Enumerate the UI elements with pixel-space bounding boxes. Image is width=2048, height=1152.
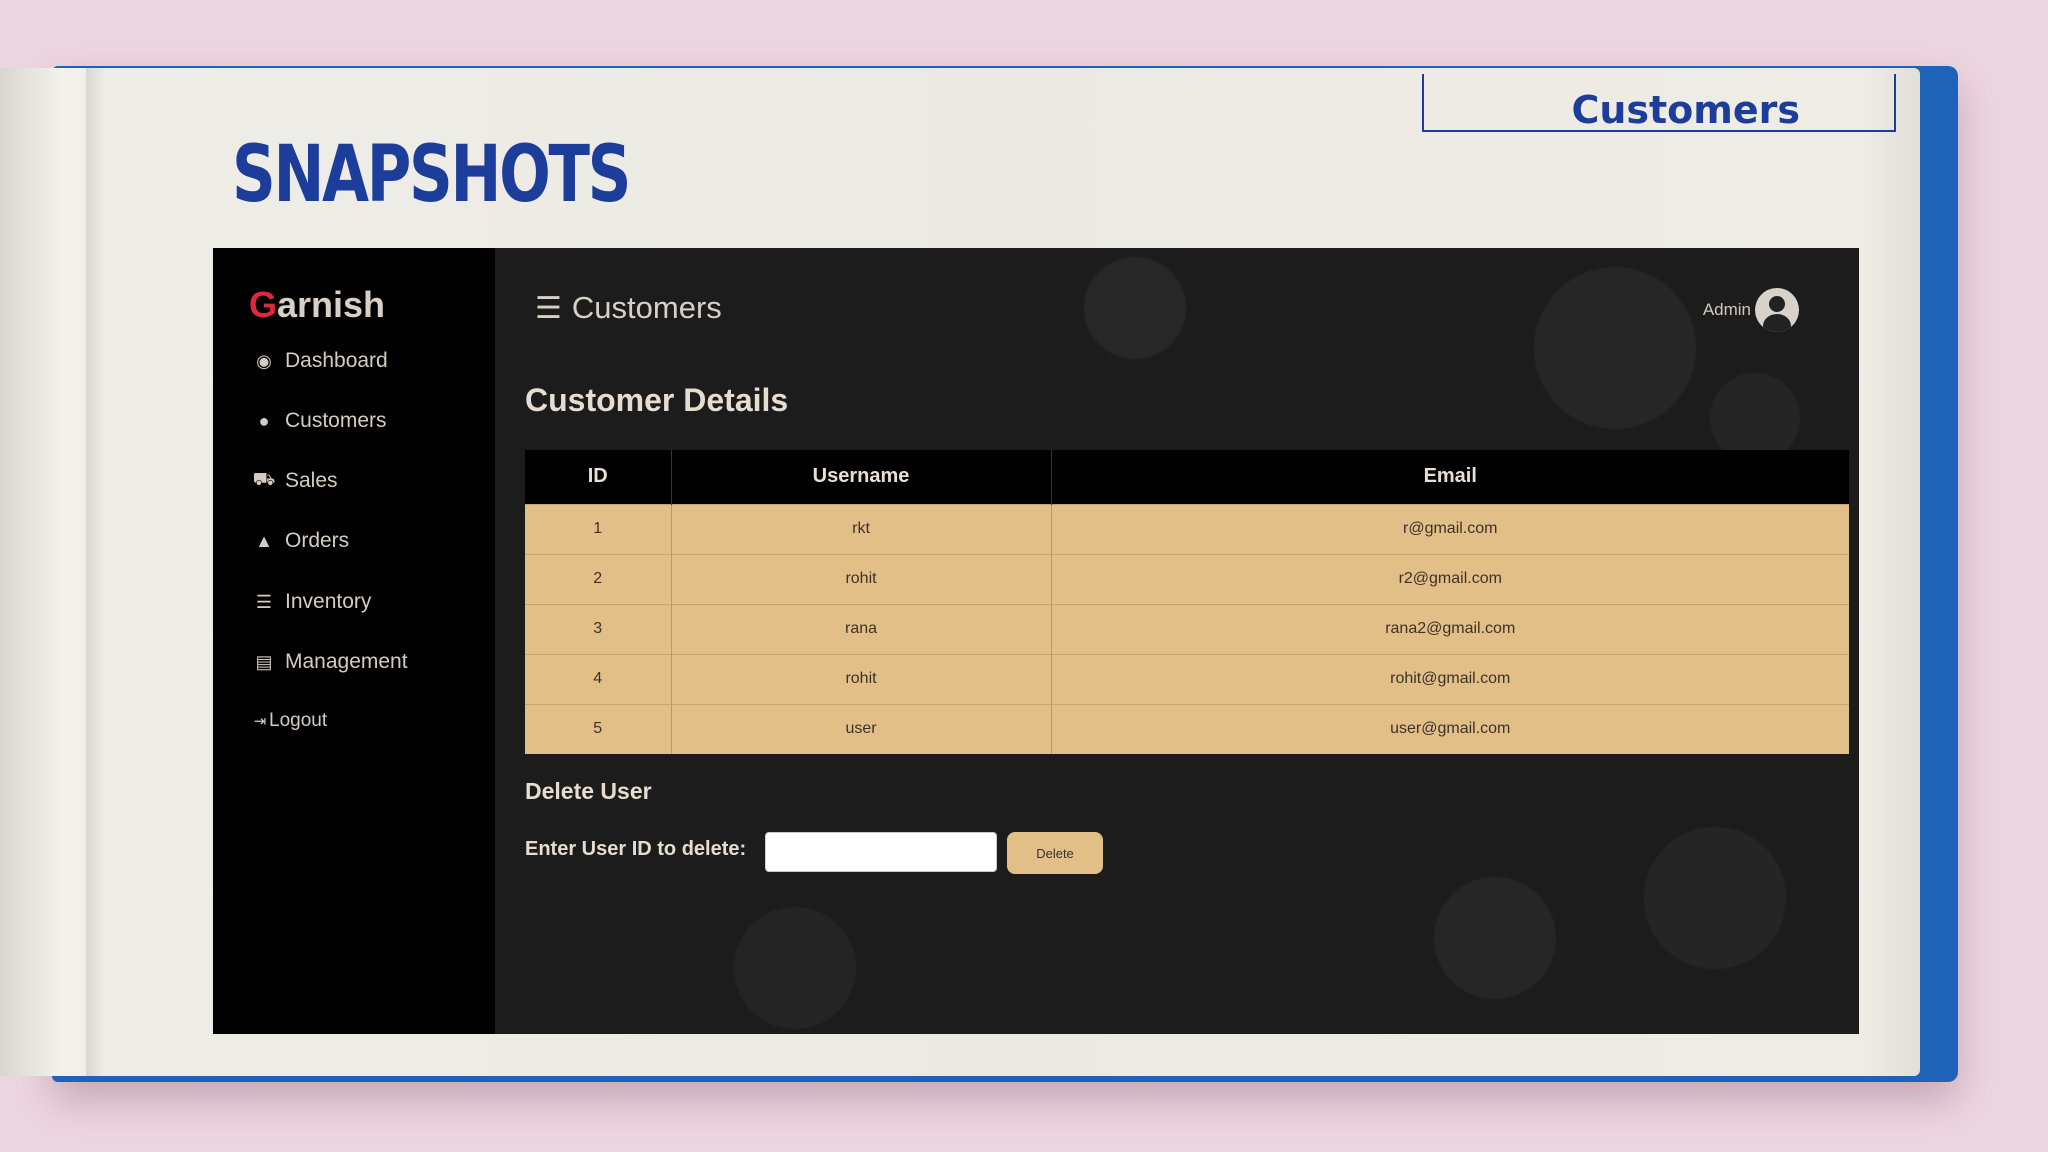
table-row[interactable]: 4 rohit rohit@gmail.com (525, 653, 1849, 704)
cell-username: user (671, 703, 1052, 754)
table-row[interactable]: 2 rohit r2@gmail.com (525, 553, 1849, 604)
page-title: ☰ Customers (535, 290, 722, 326)
brand-initial: G (249, 284, 278, 325)
delete-button[interactable]: Delete (1007, 832, 1103, 874)
users-icon: ● (258, 410, 270, 431)
avatar-icon[interactable] (1755, 288, 1799, 332)
table-row[interactable]: 5 user user@gmail.com (525, 703, 1849, 754)
cell-username: rohit (671, 553, 1052, 604)
table-row[interactable]: 3 rana rana2@gmail.com (525, 603, 1849, 654)
cell-username: rkt (671, 503, 1052, 554)
slide-tag: Customers (1422, 74, 1896, 132)
sidebar-item-dashboard[interactable]: ◉ Dashboard (251, 346, 388, 376)
cell-id: 2 (525, 553, 672, 604)
book-spine (86, 68, 106, 1076)
sidebar: Garnish ◉ Dashboard ● Customers ⛟ Sales … (213, 248, 495, 1034)
dashboard-icon: ◉ (256, 350, 272, 371)
sidebar-item-label: Orders (285, 529, 350, 552)
column-header-id: ID (525, 450, 672, 504)
sidebar-item-label: Logout (269, 710, 328, 731)
list-icon: ☰ (255, 591, 273, 612)
sidebar-item-label: Customers (285, 409, 387, 432)
section-title: Customer Details (525, 382, 789, 418)
sidebar-item-customers[interactable]: ● Customers (251, 406, 387, 436)
cart-icon: ⛟ (252, 469, 276, 489)
slide-title: SNAPSHOTS (232, 130, 631, 220)
cell-id: 1 (525, 503, 672, 554)
sidebar-item-sales[interactable]: ⛟ Sales (251, 466, 338, 496)
brand-logo[interactable]: Garnish (249, 284, 385, 326)
delete-user-label: Enter User ID to delete: (525, 838, 747, 860)
sidebar-item-label: Management (285, 650, 408, 673)
sidebar-item-inventory[interactable]: ☰ Inventory (251, 587, 371, 617)
cell-email: r2@gmail.com (1051, 553, 1849, 604)
cell-email: user@gmail.com (1051, 703, 1849, 754)
cell-email: rohit@gmail.com (1051, 653, 1849, 704)
delete-user-title: Delete User (525, 778, 652, 804)
table-row[interactable]: 1 rkt r@gmail.com (525, 503, 1849, 554)
cell-id: 4 (525, 653, 672, 704)
main-content: ☰ Customers Admin Customer Details ID Us… (495, 248, 1859, 1034)
cell-id: 3 (525, 603, 672, 654)
app-screenshot: Garnish ◉ Dashboard ● Customers ⛟ Sales … (213, 248, 1859, 1034)
cell-id: 5 (525, 703, 672, 754)
column-header-email: Email (1051, 450, 1849, 504)
slide-tag-label: Customers (1571, 88, 1800, 132)
cell-email: rana2@gmail.com (1051, 603, 1849, 654)
column-header-username: Username (671, 450, 1052, 504)
sidebar-item-label: Dashboard (285, 349, 388, 372)
sidebar-item-logout[interactable]: ⇥ Logout (251, 706, 327, 736)
sidebar-item-label: Inventory (285, 590, 372, 613)
customer-table: ID Username Email 1 rkt r@gmail.com 2 ro… (525, 450, 1849, 754)
cell-username: rana (671, 603, 1052, 654)
menu-icon[interactable]: ☰ (535, 291, 562, 326)
bag-icon: ▲ (255, 530, 273, 551)
card-icon: ▤ (255, 651, 273, 672)
cell-username: rohit (671, 653, 1052, 704)
cell-email: r@gmail.com (1051, 503, 1849, 554)
sidebar-item-label: Sales (285, 469, 338, 492)
user-menu[interactable]: Admin (1703, 288, 1799, 332)
brand-name: arnish (277, 284, 386, 325)
user-name: Admin (1702, 300, 1751, 319)
sidebar-item-orders[interactable]: ▲ Orders (251, 526, 349, 556)
page-title-text: Customers (571, 290, 722, 325)
sidebar-item-management[interactable]: ▤ Management (251, 647, 408, 677)
user-id-input[interactable] (765, 832, 997, 872)
table-header-row: ID Username Email (525, 450, 1849, 504)
logout-icon: ⇥ (253, 713, 267, 730)
